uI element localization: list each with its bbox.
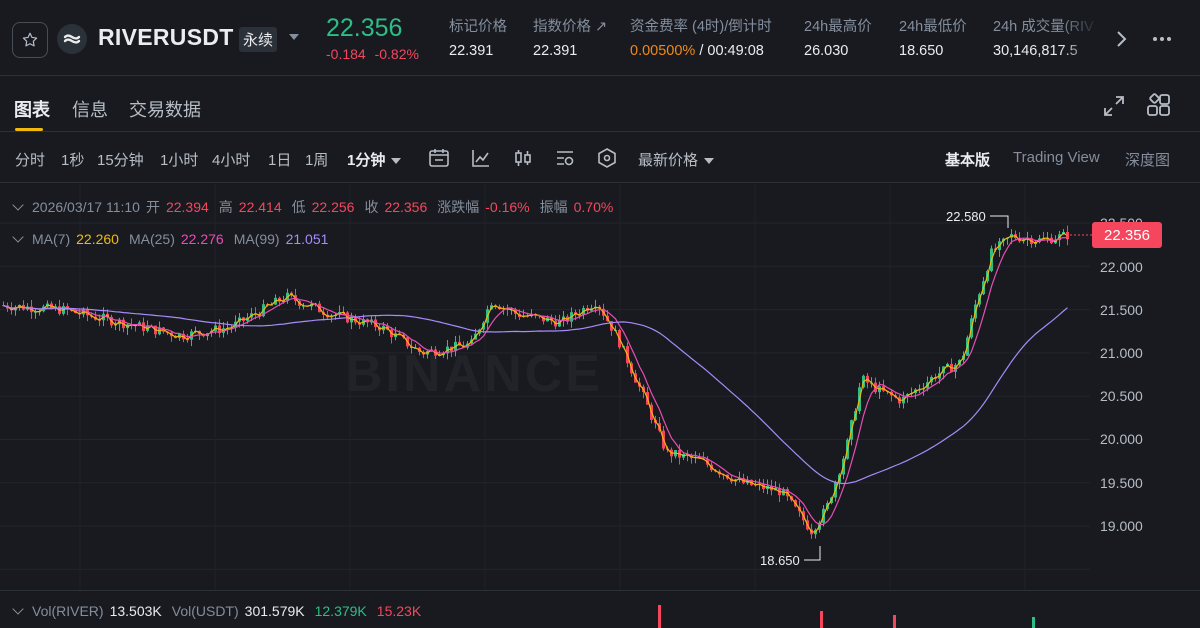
interval-1w[interactable]: 1周 <box>305 149 328 170</box>
more-dots-icon <box>1153 37 1171 41</box>
interval-1d[interactable]: 1日 <box>268 149 291 170</box>
ma7-label: MA(7) <box>32 231 71 247</box>
interval-selected-dropdown[interactable]: 1分钟 <box>347 149 402 170</box>
high-marker-label: 22.580 <box>946 209 986 224</box>
ma25-value: 22.276 <box>180 231 224 247</box>
tab-info[interactable]: 信息 <box>72 96 108 122</box>
price-change-abs: -0.184 <box>326 46 366 62</box>
candle-style-icon[interactable] <box>512 147 534 169</box>
replay-icon[interactable] <box>428 147 450 169</box>
view-depth[interactable]: 深度图 <box>1125 149 1170 170</box>
price-axis-tick: 20.000 <box>1100 431 1143 447</box>
interval-time-sharing[interactable]: 分时 <box>15 149 45 170</box>
low-value: 22.256 <box>311 199 355 215</box>
fullscreen-expand-icon[interactable] <box>1102 94 1126 118</box>
stat-value: 0.00500% / 00:49:08 <box>630 43 772 59</box>
price-axis-tick: 20.500 <box>1100 388 1143 404</box>
stat-label: 标记价格 <box>449 19 507 35</box>
stat-index-price[interactable]: 指数价格 ↗ 22.391 <box>533 15 607 59</box>
stat-24h-high: 24h最高价 26.030 <box>804 15 872 59</box>
ma25-label: MA(25) <box>128 231 175 247</box>
stat-value: 22.391 <box>533 43 578 59</box>
scroll-right-button[interactable] <box>1108 26 1134 52</box>
stat-label: 指数价格 ↗ <box>533 19 608 35</box>
interval-15m[interactable]: 15分钟 <box>97 149 144 170</box>
high-value: 22.414 <box>238 199 282 215</box>
close-label: 收 <box>364 199 379 215</box>
price-type-dropdown[interactable]: 最新价格 <box>638 149 715 170</box>
open-label: 开 <box>145 199 160 215</box>
ma7-value: 22.260 <box>76 231 119 247</box>
contract-type-badge: 永续 <box>239 27 278 52</box>
active-tab-indicator <box>15 128 43 131</box>
panel-tabs: 图表 信息 交易数据 <box>0 76 1200 132</box>
stat-mark-price: 标记价格 22.391 <box>449 15 507 59</box>
stat-funding-rate: 资金费率 (4时)/倒计时 0.00500% / 00:49:08 <box>630 15 772 59</box>
ticker-header: RIVERUSDT 永续 22.356 -0.184 -0.82% 标记价格 2… <box>0 0 1200 76</box>
stat-label: 资金费率 (4时)/倒计时 <box>630 19 772 35</box>
indicator-icon[interactable] <box>470 147 492 169</box>
close-value: 22.356 <box>384 199 428 215</box>
stat-label: 24h最高价 <box>804 19 872 35</box>
ma-legend: MA(7) 22.260 MA(25) 22.276 MA(99) 21.051 <box>12 231 338 247</box>
funding-rate-value: 0.00500% <box>630 43 696 59</box>
open-value: 22.394 <box>165 199 209 215</box>
price-axis-tick: 19.500 <box>1100 475 1143 491</box>
symbol-name[interactable]: RIVERUSDT <box>98 24 234 51</box>
change-value: -0.16% <box>485 199 530 215</box>
stat-label: 24h最低价 <box>899 19 967 35</box>
chevron-down-icon <box>704 158 715 165</box>
tab-chart[interactable]: 图表 <box>14 96 50 122</box>
stat-value: 26.030 <box>804 43 849 59</box>
stat-value: 22.391 <box>449 43 494 59</box>
price-change-pct: -0.82% <box>374 46 419 62</box>
high-label: 高 <box>218 199 233 215</box>
legend-collapse-icon[interactable] <box>12 231 24 243</box>
change-label: 涨跌幅 <box>437 199 480 215</box>
chart-toolbar: 分时 1秒 15分钟 1小时 4小时 1日 1周 1分钟 最新价格 基本版 Tr… <box>0 133 1200 183</box>
stat-24h-low: 24h最低价 18.650 <box>899 15 967 59</box>
funding-countdown: / 00:49:08 <box>695 43 764 59</box>
last-price: 22.356 <box>326 14 403 42</box>
hex-icon[interactable] <box>596 147 618 169</box>
price-change: -0.184 -0.82% <box>326 46 424 62</box>
interval-4h[interactable]: 4小时 <box>212 149 250 170</box>
chevron-down-icon <box>391 158 402 165</box>
stats-fade <box>1060 10 1100 70</box>
tab-trading-data[interactable]: 交易数据 <box>129 96 201 122</box>
view-basic[interactable]: 基本版 <box>945 149 990 170</box>
ma99-value: 21.051 <box>285 231 329 247</box>
interval-1h[interactable]: 1小时 <box>160 149 198 170</box>
price-type-label: 最新价格 <box>638 152 699 169</box>
favorite-star-button[interactable] <box>12 22 48 58</box>
layout-grid-icon[interactable] <box>1146 93 1172 119</box>
low-label: 低 <box>291 199 306 215</box>
star-icon <box>22 32 38 47</box>
view-trading-view[interactable]: Trading View <box>1013 149 1100 166</box>
low-marker-label: 18.650 <box>760 553 800 568</box>
price-axis-tick: 21.000 <box>1100 345 1143 361</box>
stat-value: 18.650 <box>899 43 944 59</box>
volume-bars <box>658 605 1035 628</box>
more-button[interactable] <box>1148 26 1176 52</box>
symbol-dropdown-caret[interactable] <box>289 34 299 40</box>
price-axis-tick: 22.000 <box>1100 259 1143 275</box>
volume-panel: Vol(RIVER) 13.503K Vol(USDT) 301.579K 12.379… <box>0 590 1200 628</box>
price-axis-tick: 21.500 <box>1100 302 1143 318</box>
legend-collapse-icon[interactable] <box>12 199 24 211</box>
ohlc-legend: 2026/03/17 11:10 开 22.394 高 22.414 低 22.256 收 22… <box>12 197 623 217</box>
kline-chart[interactable]: BINANCE 2026/03/17 11:10开22.394高22.414低2… <box>0 184 1200 590</box>
ohlc-datetime: 2026/03/17 11:10 <box>32 199 140 215</box>
settings-icon[interactable] <box>554 147 576 169</box>
amplitude-label: 振幅 <box>539 199 568 215</box>
interval-1s[interactable]: 1秒 <box>61 149 84 170</box>
current-price-tag: 22.356 <box>1092 222 1162 248</box>
river-logo-icon <box>63 34 81 44</box>
amplitude-value: 0.70% <box>573 199 614 215</box>
river-coin-logo <box>57 24 87 54</box>
price-axis-tick: 19.000 <box>1100 518 1143 534</box>
selected-interval-label: 1分钟 <box>347 152 386 169</box>
chevron-right-icon <box>1117 31 1127 47</box>
ma99-label: MA(99) <box>233 231 280 247</box>
